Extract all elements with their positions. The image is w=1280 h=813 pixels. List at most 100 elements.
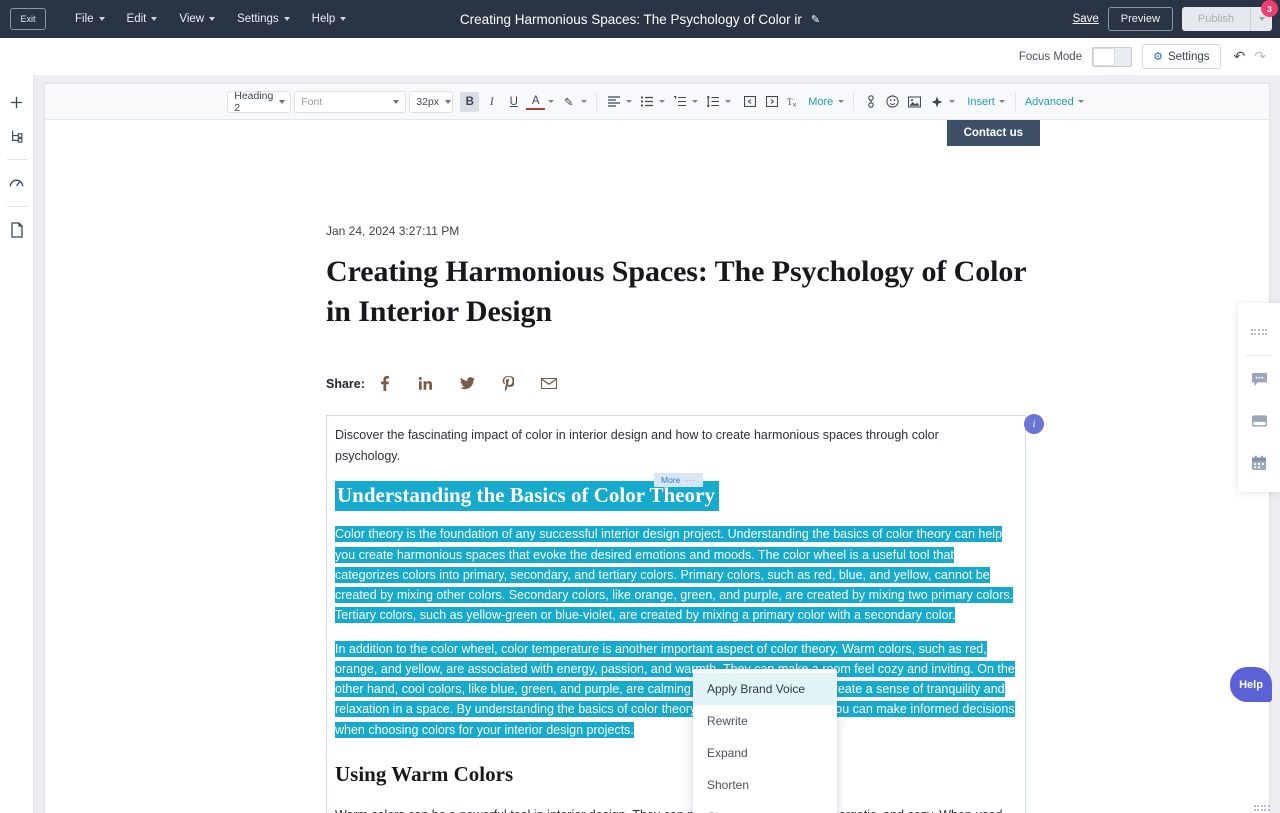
exit-button[interactable]: Exit [10,8,46,30]
highlighter-pen-icon[interactable]: ✎ [559,92,578,112]
font-size-value: 32px [416,96,439,108]
bullet-list-icon[interactable] [637,92,656,112]
insert-button[interactable]: Insert [965,96,997,108]
insert-dropdown[interactable] [997,100,1008,103]
toolbar-divider [1015,93,1016,111]
numbered-list-icon[interactable] [670,92,689,112]
chevron-down-icon [151,17,157,21]
menu-item-view[interactable]: View [168,8,226,30]
intro-paragraph[interactable]: Discover the fascinating impact of color… [335,425,971,466]
menu-item-edit[interactable]: Edit [116,8,169,30]
menu-item-file[interactable]: File [64,8,116,30]
font-family-select[interactable]: Font [294,91,406,113]
content-region[interactable]: i Discover the fascinating impact of col… [326,415,1026,813]
undo-redo-group: ↶ ↷ [1234,48,1266,65]
bottom-drag-grip-icon[interactable] [1254,805,1270,811]
document-title: Creating Harmonious Spaces: The Psycholo… [460,12,802,27]
body-paragraph[interactable]: Warm colors can be a powerful tool in in… [335,805,1016,813]
menu-item-shorten[interactable]: Shorten [693,769,837,801]
twitter-icon[interactable] [447,377,488,390]
email-icon[interactable] [529,378,570,389]
outdent-icon[interactable] [740,92,759,112]
selected-paragraph-2[interactable]: In addition to the color wheel, color te… [335,639,1016,740]
ai-sparkle-icon[interactable] [927,92,946,112]
line-height-group [703,92,733,112]
selected-paragraph-1[interactable]: Color theory is the foundation of any su… [335,524,1016,625]
bold-button[interactable]: B [460,92,479,112]
structure-outline-button[interactable] [2,119,32,153]
undo-arrow-icon[interactable]: ↶ [1234,48,1246,65]
advanced-dropdown[interactable] [1076,100,1087,103]
publish-button[interactable]: Publish [1182,7,1250,31]
top-header-bar: Exit File Edit View Settings Help [0,0,1280,38]
menu-item-help[interactable]: Help [301,8,358,30]
indent-icon[interactable] [762,92,781,112]
pencil-icon[interactable]: ✎ [811,13,820,26]
text-color-button[interactable]: A [526,93,545,110]
italic-button[interactable]: I [482,92,501,112]
menu-item-settings[interactable]: Settings [226,8,301,30]
menu-item-expand[interactable]: Expand [693,737,837,769]
toolbar-divider [596,93,597,111]
chevron-down-icon [284,17,290,21]
add-block-button[interactable] [2,85,32,119]
chat-bubble-icon[interactable] [1238,358,1280,400]
seo-score-button[interactable] [2,166,32,200]
save-button[interactable]: Save [1073,13,1099,25]
emoji-icon[interactable] [883,92,902,112]
card-window-icon[interactable] [1238,400,1280,442]
hierarchy-icon [10,129,24,143]
highlighter-group: ✎ [559,92,589,112]
advanced-button[interactable]: Advanced [1023,96,1076,108]
redo-arrow-icon[interactable]: ↷ [1254,48,1266,65]
chevron-down-icon [209,17,215,21]
more-group: More [806,96,846,108]
block-style-select[interactable]: Heading 2 [227,91,291,113]
chevron-down-icon [340,17,346,21]
info-badge[interactable]: i [1024,414,1044,434]
linkedin-icon[interactable] [406,377,447,390]
line-height-dropdown[interactable] [722,100,733,103]
menu-item-apply-brand-voice[interactable]: Apply Brand Voice [693,673,837,705]
bullet-list-group [637,92,667,112]
page-title[interactable]: Creating Harmonious Spaces: The Psycholo… [326,252,1026,332]
align-dropdown[interactable] [623,100,634,103]
publish-button-group: Publish 3 [1182,7,1272,31]
menu-item-rewrite[interactable]: Rewrite [693,705,837,737]
bullet-list-dropdown[interactable] [656,100,667,103]
top-header-actions: Save Preview Publish 3 [1073,0,1272,38]
menu-item-change-tone[interactable]: Change tone [693,801,837,813]
line-height-icon[interactable] [703,92,722,112]
block-style-value: Heading 2 [234,90,273,114]
highlighter-dropdown[interactable] [578,100,589,103]
pinterest-icon[interactable] [488,376,529,391]
calendar-icon[interactable] [1238,442,1280,484]
underline-button[interactable]: U [504,92,523,112]
document-page-button[interactable] [2,213,32,247]
menu-label-help: Help [312,13,336,25]
publish-notification-badge: 3 [1261,0,1278,17]
align-left-icon[interactable] [604,92,623,112]
drag-grip-icon[interactable] [1238,311,1280,353]
section-heading-warm-colors[interactable]: Using Warm Colors [335,762,1016,787]
settings-button[interactable]: ⚙ Settings [1142,44,1220,69]
publish-date: Jan 24, 2024 3:27:11 PM [326,224,1026,238]
gauge-icon [8,175,25,192]
link-icon[interactable] [861,92,880,112]
focus-mode-toggle[interactable] [1092,47,1132,67]
more-dropdown[interactable] [835,100,846,103]
font-size-select[interactable]: 32px [409,91,453,113]
numbered-list-dropdown[interactable] [689,100,700,103]
inline-more-chip[interactable]: More ··· [654,473,703,487]
menu-label-view: View [179,13,204,25]
clear-formatting-icon[interactable]: Tx [784,92,803,112]
facebook-icon[interactable] [365,376,406,391]
chevron-down-icon [393,100,399,104]
help-button[interactable]: Help [1230,667,1272,702]
ai-dropdown[interactable] [946,100,957,103]
more-button[interactable]: More [806,96,835,108]
preview-button[interactable]: Preview [1108,7,1173,31]
rail-divider [7,206,27,207]
image-icon[interactable] [905,92,924,112]
text-color-dropdown[interactable] [545,100,556,103]
